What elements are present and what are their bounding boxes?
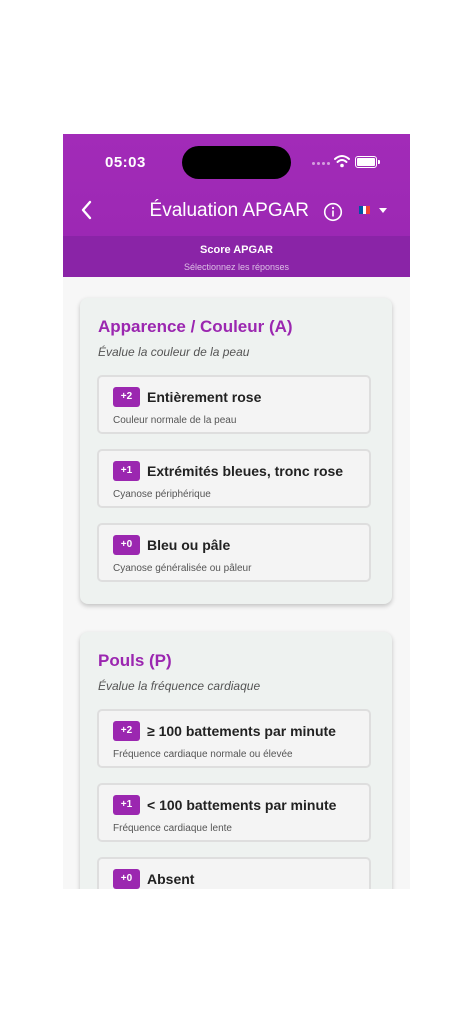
option-subtitle: Fréquence cardiaque lente — [113, 823, 232, 834]
flag-fr-icon — [359, 206, 371, 214]
option-subtitle: Couleur normale de la peau — [113, 415, 237, 426]
language-selector[interactable] — [359, 206, 387, 214]
section-title: Pouls (P) — [98, 651, 172, 670]
option-subtitle: Cyanose généralisée ou pâleur — [113, 563, 252, 574]
battery-icon — [355, 156, 380, 168]
option-appearance-0[interactable]: +0 Bleu ou pâle Cyanose généralisée ou p… — [97, 523, 371, 582]
score-bar: Score APGAR Sélectionnez les réponses — [63, 236, 410, 277]
wifi-icon — [334, 155, 350, 168]
info-button[interactable] — [323, 202, 343, 222]
option-pulse-0[interactable]: +0 Absent — [97, 857, 371, 889]
option-subtitle: Cyanose périphérique — [113, 489, 211, 500]
option-label: ≥ 100 battements par minute — [147, 723, 336, 739]
dynamic-island — [182, 146, 291, 179]
option-label: Entièrement rose — [147, 389, 262, 405]
option-appearance-2[interactable]: +2 Entièrement rose Couleur normale de l… — [97, 375, 371, 434]
section-card-appearance: Apparence / Couleur (A) Évalue la couleu… — [80, 298, 392, 604]
option-label: Extrémités bleues, tronc rose — [147, 463, 344, 479]
option-label: < 100 battements par minute — [147, 797, 337, 813]
section-description: Évalue la couleur de la peau — [98, 345, 250, 359]
option-pulse-2[interactable]: +2 ≥ 100 battements par minute Fréquence… — [97, 709, 371, 768]
page-title: Évaluation APGAR — [149, 200, 309, 221]
score-badge: +2 — [113, 387, 140, 407]
option-pulse-1[interactable]: +1 < 100 battements par minute Fréquence… — [97, 783, 371, 842]
score-badge: +1 — [113, 795, 140, 815]
score-badge: +1 — [113, 461, 140, 481]
app-header: 05:03 Évaluation APGAR Score APGAR Sélec… — [63, 134, 410, 277]
score-subtitle: Sélectionnez les réponses — [183, 262, 290, 272]
section-title: Apparence / Couleur (A) — [98, 317, 293, 336]
option-subtitle: Fréquence cardiaque normale ou élevée — [113, 749, 293, 760]
section-card-pulse: Pouls (P) Évalue la fréquence cardiaque … — [80, 632, 392, 889]
cellular-signal-icon — [312, 162, 330, 165]
chevron-down-icon — [379, 207, 387, 213]
option-label: Absent — [147, 871, 195, 887]
section-description: Évalue la fréquence cardiaque — [98, 679, 261, 693]
score-badge: +2 — [113, 721, 140, 741]
score-title: Score APGAR — [200, 244, 273, 256]
option-appearance-1[interactable]: +1 Extrémités bleues, tronc rose Cyanose… — [97, 449, 371, 508]
status-time: 05:03 — [105, 154, 146, 171]
score-badge: +0 — [113, 869, 140, 889]
option-label: Bleu ou pâle — [147, 537, 231, 553]
app-screen: 05:03 Évaluation APGAR Score APGAR Sélec… — [63, 134, 410, 889]
back-button[interactable] — [75, 198, 99, 222]
score-badge: +0 — [113, 535, 140, 555]
